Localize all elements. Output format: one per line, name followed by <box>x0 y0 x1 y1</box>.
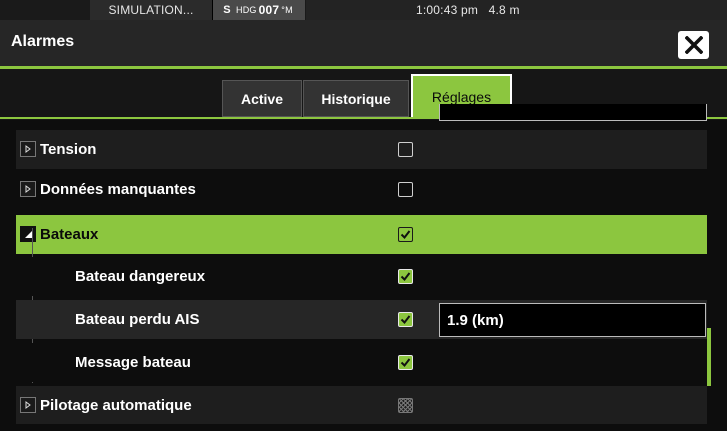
chevron-right-icon <box>25 145 31 153</box>
enable-checkbox[interactable] <box>398 142 413 157</box>
list-item-bateau-dangereux[interactable]: Bateau dangereux <box>16 257 707 296</box>
status-bar: SIMULATION... S HDG 007 °M 1:00:43 pm 4.… <box>0 0 727 20</box>
row-label: Bateau perdu AIS <box>75 311 200 328</box>
simulation-label: SIMULATION... <box>108 3 194 17</box>
checkmark-icon <box>400 358 411 368</box>
enable-checkbox[interactable] <box>398 182 413 197</box>
tab-active[interactable]: Active <box>222 80 302 117</box>
row-label: Pilotage automatique <box>40 397 192 414</box>
enable-checkbox[interactable] <box>398 355 413 370</box>
scrollbar[interactable] <box>707 328 711 386</box>
simulation-indicator[interactable]: SIMULATION... <box>90 0 213 20</box>
checkmark-icon <box>400 315 411 325</box>
heading-unit: °M <box>281 5 293 15</box>
row-label: Bateau dangereux <box>75 268 206 285</box>
bottom-strip <box>0 424 727 431</box>
list-item-message-bateau[interactable]: Message bateau <box>16 343 707 382</box>
heading-indicator[interactable]: S HDG 007 °M <box>213 0 305 20</box>
distance-value-field[interactable]: 1.9 (km) <box>439 303 706 337</box>
list-item-bateaux[interactable]: Bateaux <box>16 215 707 254</box>
page-title: Alarmes <box>11 33 75 50</box>
expand-button[interactable] <box>20 141 36 157</box>
list-item-tension[interactable]: Tension <box>16 130 707 169</box>
list-item-pilotage-automatique[interactable]: Pilotage automatique <box>16 386 707 425</box>
collapse-button[interactable] <box>20 226 36 242</box>
list-item-bateau-perdu-ais[interactable]: Bateau perdu AIS 1.9 (km) <box>16 300 707 339</box>
checkmark-icon <box>400 230 411 240</box>
tab-historique[interactable]: Historique <box>303 80 409 117</box>
list-item-donnees-manquantes[interactable]: Données manquantes <box>16 170 707 209</box>
expand-button[interactable] <box>20 181 36 197</box>
enable-checkbox[interactable] <box>398 269 413 284</box>
row-label: Tension <box>40 141 97 158</box>
time-range-label: 1:00:43 pm 4.8 m <box>416 3 520 17</box>
enable-checkbox[interactable] <box>398 227 413 242</box>
previous-value-field[interactable] <box>439 104 707 121</box>
enable-checkbox[interactable] <box>398 312 413 327</box>
checkmark-icon <box>400 272 411 282</box>
expand-button[interactable] <box>20 397 36 413</box>
enable-checkbox-disabled[interactable] <box>398 398 413 413</box>
close-button[interactable] <box>678 31 709 59</box>
heading-prefix: S <box>223 4 231 16</box>
time-range-indicator[interactable]: 1:00:43 pm 4.8 m <box>306 0 727 20</box>
heading-value: 007 <box>258 3 280 17</box>
chevron-right-icon <box>25 401 31 409</box>
title-bar: Alarmes <box>0 20 727 66</box>
chevron-right-icon <box>25 185 31 193</box>
heading-label: HDG <box>236 5 257 15</box>
row-label: Bateaux <box>40 226 99 243</box>
row-label: Message bateau <box>75 354 191 371</box>
close-icon <box>684 36 703 54</box>
row-label: Données manquantes <box>40 181 196 198</box>
